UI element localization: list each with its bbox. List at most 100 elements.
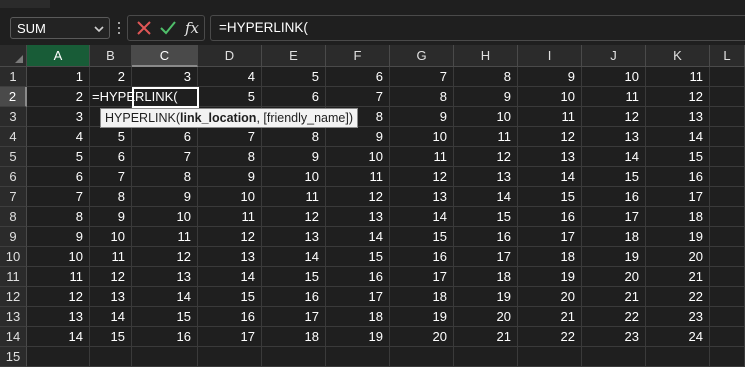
column-header-e[interactable]: E — [262, 45, 326, 67]
cell[interactable]: 5 — [27, 147, 90, 167]
cell[interactable] — [710, 327, 745, 347]
cell[interactable]: 11 — [390, 147, 454, 167]
cell[interactable]: 12 — [646, 87, 710, 107]
column-header-d[interactable]: D — [198, 45, 262, 67]
chevron-down-icon[interactable] — [93, 23, 105, 35]
cell[interactable]: 13 — [326, 207, 390, 227]
cell[interactable]: 18 — [326, 307, 390, 327]
cell[interactable]: 11 — [582, 87, 646, 107]
cell[interactable]: 21 — [454, 327, 518, 347]
name-box[interactable]: SUM — [10, 17, 110, 39]
cell[interactable]: 8 — [454, 67, 518, 87]
cell[interactable]: 19 — [582, 247, 646, 267]
cell[interactable]: 12 — [198, 227, 262, 247]
formula-input[interactable]: =HYPERLINK( — [210, 15, 745, 41]
row-header[interactable]: 13 — [0, 307, 27, 327]
cell[interactable]: 14 — [132, 287, 198, 307]
cell[interactable]: 20 — [390, 327, 454, 347]
cell[interactable]: 13 — [454, 167, 518, 187]
cell[interactable] — [710, 127, 745, 147]
cell[interactable]: 15 — [198, 287, 262, 307]
cell[interactable]: 14 — [582, 147, 646, 167]
cell[interactable] — [710, 267, 745, 287]
cell[interactable]: 21 — [582, 287, 646, 307]
cell[interactable]: 13 — [518, 147, 582, 167]
cell[interactable]: 14 — [90, 307, 132, 327]
cell[interactable]: 8 — [132, 167, 198, 187]
column-header-b[interactable]: B — [90, 45, 132, 67]
cell[interactable]: 4 — [198, 67, 262, 87]
cell[interactable]: 23 — [646, 307, 710, 327]
cell[interactable]: 6 — [132, 127, 198, 147]
cell[interactable]: 12 — [27, 287, 90, 307]
cell[interactable]: 9 — [390, 107, 454, 127]
cell[interactable]: 12 — [326, 187, 390, 207]
row-header[interactable]: 15 — [0, 347, 27, 367]
cell[interactable]: 9 — [132, 187, 198, 207]
cell[interactable] — [710, 187, 745, 207]
cell[interactable]: 8 — [198, 147, 262, 167]
cell[interactable] — [518, 347, 582, 367]
cell[interactable]: 9 — [454, 87, 518, 107]
cell[interactable]: 9 — [90, 207, 132, 227]
cell[interactable]: 14 — [262, 247, 326, 267]
cell[interactable]: 19 — [326, 327, 390, 347]
cell[interactable]: 18 — [454, 267, 518, 287]
select-all-corner[interactable] — [0, 45, 27, 67]
cell[interactable]: 5 — [90, 127, 132, 147]
cell[interactable]: 16 — [454, 227, 518, 247]
cell[interactable]: 18 — [582, 227, 646, 247]
cell[interactable]: 10 — [90, 227, 132, 247]
row-header[interactable]: 10 — [0, 247, 27, 267]
cell[interactable]: 5 — [198, 87, 262, 107]
column-header-k[interactable]: K — [646, 45, 710, 67]
cell[interactable]: 10 — [132, 207, 198, 227]
cell[interactable]: 12 — [518, 127, 582, 147]
cell[interactable]: 14 — [326, 227, 390, 247]
row-header[interactable]: 8 — [0, 207, 27, 227]
cell[interactable] — [326, 347, 390, 367]
cell[interactable]: 7 — [326, 87, 390, 107]
cell[interactable]: 10 — [198, 187, 262, 207]
cell[interactable]: 4 — [27, 127, 90, 147]
row-header[interactable]: 1 — [0, 67, 27, 87]
cell[interactable]: 22 — [646, 287, 710, 307]
cell[interactable] — [710, 247, 745, 267]
cell[interactable]: 8 — [390, 87, 454, 107]
column-header-j[interactable]: J — [582, 45, 646, 67]
cell[interactable]: 18 — [518, 247, 582, 267]
cell[interactable]: 24 — [646, 327, 710, 347]
editing-cell-text[interactable]: =HYPERLINK( — [90, 87, 198, 107]
column-header-i[interactable]: I — [518, 45, 582, 67]
cell[interactable]: 11 — [454, 127, 518, 147]
cell[interactable]: 9 — [198, 167, 262, 187]
cell[interactable]: 3 — [27, 107, 90, 127]
cell[interactable]: 13 — [27, 307, 90, 327]
cell[interactable]: 16 — [262, 287, 326, 307]
cell[interactable] — [262, 347, 326, 367]
row-header[interactable]: 2 — [0, 87, 27, 107]
cell[interactable]: 18 — [262, 327, 326, 347]
cell[interactable]: 22 — [582, 307, 646, 327]
cell[interactable]: 16 — [646, 167, 710, 187]
cell[interactable]: 15 — [262, 267, 326, 287]
cell[interactable]: 15 — [518, 187, 582, 207]
cell[interactable]: 16 — [326, 267, 390, 287]
cell[interactable]: 17 — [198, 327, 262, 347]
column-header-a[interactable]: A — [27, 45, 90, 67]
cell[interactable]: 17 — [262, 307, 326, 327]
cell[interactable]: 13 — [646, 107, 710, 127]
cell[interactable]: 10 — [27, 247, 90, 267]
cell[interactable]: 15 — [454, 207, 518, 227]
cell[interactable]: 10 — [326, 147, 390, 167]
row-header[interactable]: 12 — [0, 287, 27, 307]
cell[interactable]: 3 — [132, 67, 198, 87]
column-header-g[interactable]: G — [390, 45, 454, 67]
row-header[interactable]: 14 — [0, 327, 27, 347]
cell[interactable]: 12 — [582, 107, 646, 127]
cell[interactable] — [646, 347, 710, 367]
cell[interactable]: 8 — [27, 207, 90, 227]
cell[interactable]: 11 — [326, 167, 390, 187]
cell[interactable]: 14 — [198, 267, 262, 287]
cell[interactable]: 7 — [198, 127, 262, 147]
